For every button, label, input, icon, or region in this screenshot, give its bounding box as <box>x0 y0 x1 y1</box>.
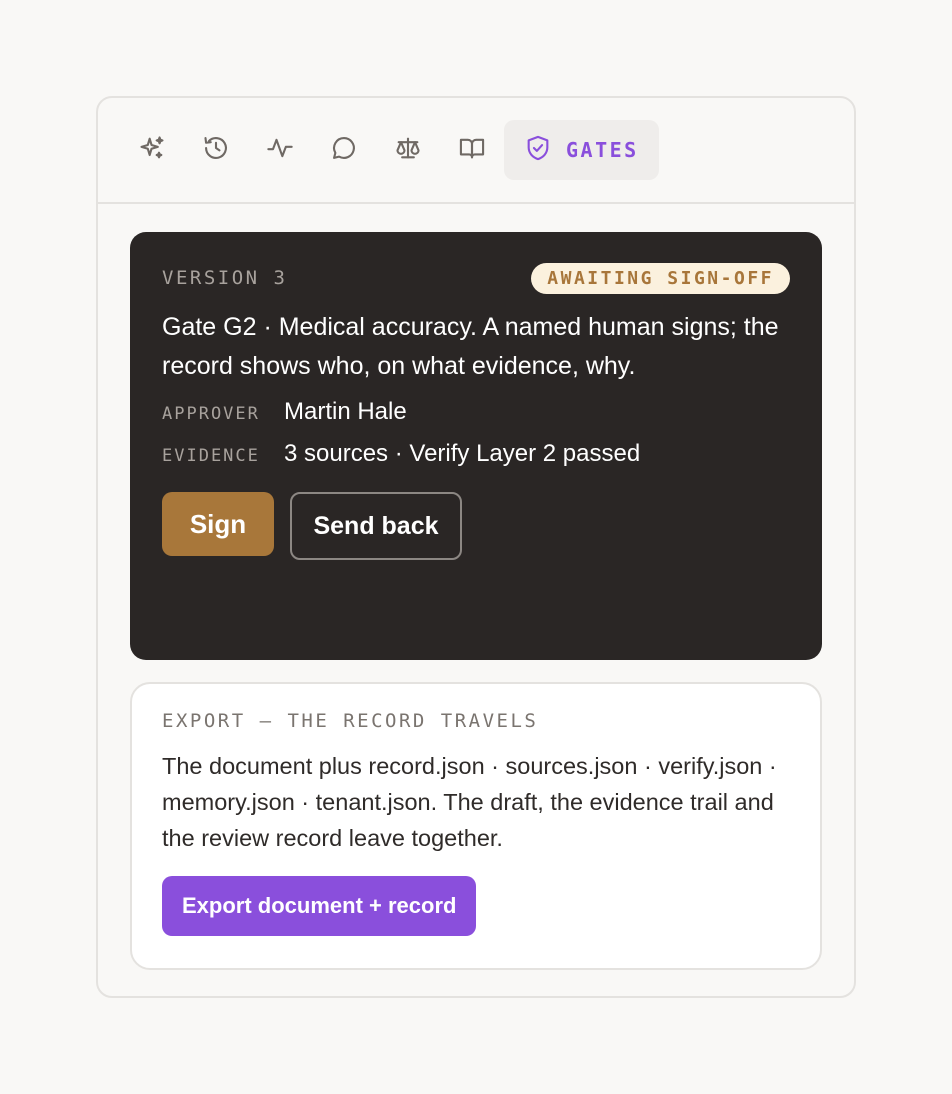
activity-icon <box>266 134 294 167</box>
approver-value: Martin Hale <box>284 398 407 425</box>
chat-bubble-icon <box>330 134 358 167</box>
gate-card: VERSION 3 AWAITING SIGN-OFF Gate G2 · Me… <box>130 232 822 660</box>
tab-sparkles[interactable] <box>120 120 184 180</box>
tab-chat[interactable] <box>312 120 376 180</box>
tab-gates-label: GATES <box>566 138 639 162</box>
gate-description: Gate G2 · Medical accuracy. A named huma… <box>162 313 779 380</box>
gate-card-header: VERSION 3 AWAITING SIGN-OFF <box>162 262 790 294</box>
evidence-value: 3 sources · Verify Layer 2 passed <box>284 440 641 467</box>
evidence-key: EVIDENCE <box>162 446 260 466</box>
book-icon <box>458 134 486 167</box>
approver-row: APPROVER Martin Hale <box>162 396 790 428</box>
tab-gates[interactable]: GATES <box>504 120 659 180</box>
export-description: The document plus record.json · sources.… <box>162 753 777 851</box>
version-label: VERSION 3 <box>162 267 288 289</box>
export-card: EXPORT — THE RECORD TRAVELS The document… <box>130 682 822 970</box>
sign-button[interactable]: Sign <box>162 492 274 556</box>
shield-check-icon <box>524 134 552 167</box>
export-button[interactable]: Export document + record <box>162 876 477 936</box>
tab-scale[interactable] <box>376 120 440 180</box>
tab-book[interactable] <box>440 120 504 180</box>
gate-actions: Sign Send back <box>162 492 790 560</box>
sparkles-icon <box>138 134 166 167</box>
approver-key: APPROVER <box>162 404 260 424</box>
gates-panel: GATES VERSION 3 AWAITING SIGN-OFF Gate G… <box>96 96 856 998</box>
status-badge: AWAITING SIGN-OFF <box>531 262 790 294</box>
tab-bar: GATES <box>98 98 854 204</box>
tab-activity[interactable] <box>248 120 312 180</box>
export-title: EXPORT — THE RECORD TRAVELS <box>162 710 539 732</box>
scale-icon <box>394 134 422 167</box>
evidence-row: EVIDENCE 3 sources · Verify Layer 2 pass… <box>162 438 790 470</box>
tab-history[interactable] <box>184 120 248 180</box>
send-back-button[interactable]: Send back <box>290 492 462 560</box>
history-icon <box>202 134 230 167</box>
